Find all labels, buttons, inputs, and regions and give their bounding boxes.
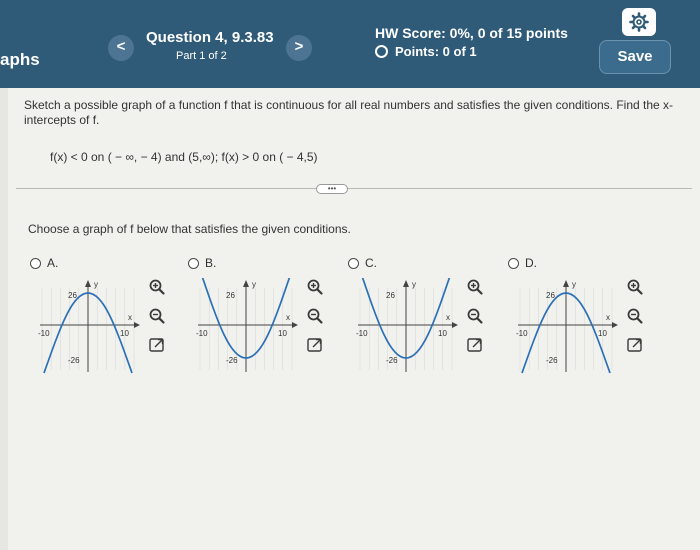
answer-option-b[interactable]: B. y x 26 -26 -10 10 xyxy=(188,256,348,376)
x-axis-arrow xyxy=(134,322,140,328)
option-letter: D. xyxy=(525,256,537,270)
expand-icon[interactable] xyxy=(306,336,324,354)
expand-icon[interactable] xyxy=(466,336,484,354)
option-graph: y x 26 -26 -10 10 xyxy=(356,278,458,372)
x-tick-label-negative: -10 xyxy=(356,329,368,338)
app-title: aphs xyxy=(0,50,40,69)
y-tick-label-negative: -26 xyxy=(226,356,238,365)
expand-icon[interactable] xyxy=(148,336,166,354)
y-axis-arrow xyxy=(85,280,91,287)
option-label[interactable]: B. xyxy=(188,256,216,270)
next-question-button[interactable]: > xyxy=(286,35,312,61)
x-axis-label: x xyxy=(606,313,610,322)
expand-icon[interactable] xyxy=(626,336,644,354)
y-axis-label: y xyxy=(572,280,576,289)
points-ring-icon xyxy=(375,45,388,58)
option-radio[interactable] xyxy=(188,257,199,269)
x-tick-label: 10 xyxy=(438,329,447,338)
zoom-out-icon[interactable] xyxy=(626,307,644,325)
zoom-in-icon[interactable] xyxy=(466,278,484,296)
points-status: Points: 0 of 1 xyxy=(375,44,477,59)
zoom-in-icon[interactable] xyxy=(626,278,644,296)
x-tick-label: 10 xyxy=(598,329,607,338)
question-prompt: Sketch a possible graph of a function f … xyxy=(24,98,674,127)
points-text: Points: 0 of 1 xyxy=(395,44,477,59)
zoom-out-icon[interactable] xyxy=(306,307,324,325)
y-axis-arrow xyxy=(563,280,569,287)
hw-score: HW Score: 0%, 0 of 15 points xyxy=(375,25,568,41)
option-graph: y x 26 -26 -10 10 xyxy=(38,280,140,374)
section-divider xyxy=(16,188,692,189)
graph-tools xyxy=(466,278,488,365)
y-tick-label: 26 xyxy=(68,291,77,300)
x-tick-label-negative: -10 xyxy=(516,329,528,338)
graph-tools xyxy=(626,278,648,365)
y-tick-label-negative: -26 xyxy=(546,356,558,365)
option-graph: y x 26 -26 -10 10 xyxy=(516,280,618,374)
answer-option-a[interactable]: A. y x 26 -26 -10 10 xyxy=(30,256,190,376)
question-title: Question 4, 9.3.83 xyxy=(146,29,274,46)
answer-option-d[interactable]: D. y x 26 -26 -10 10 xyxy=(508,256,668,376)
settings-button[interactable] xyxy=(622,8,656,36)
x-axis-arrow xyxy=(452,322,458,328)
x-axis-label: x xyxy=(446,313,450,322)
y-axis-label: y xyxy=(412,280,416,289)
x-axis-label: x xyxy=(128,313,132,322)
save-button[interactable]: Save xyxy=(599,40,671,74)
zoom-in-icon[interactable] xyxy=(148,278,166,296)
y-axis-label: y xyxy=(94,280,98,289)
top-header-bar: aphs < Question 4, 9.3.83 Part 1 of 2 > … xyxy=(0,0,700,88)
x-tick-label-negative: -10 xyxy=(196,329,208,338)
x-tick-label-negative: -10 xyxy=(38,329,50,338)
option-label[interactable]: A. xyxy=(30,256,58,270)
y-tick-label: 26 xyxy=(546,291,555,300)
y-tick-label: 26 xyxy=(386,291,395,300)
graph-tools xyxy=(148,278,170,365)
zoom-in-icon[interactable] xyxy=(306,278,324,296)
option-radio[interactable] xyxy=(348,257,359,269)
x-tick-label: 10 xyxy=(278,329,287,338)
x-axis-label: x xyxy=(286,313,290,322)
y-axis-arrow xyxy=(243,280,249,287)
y-tick-label-negative: -26 xyxy=(386,356,398,365)
zoom-out-icon[interactable] xyxy=(148,307,166,325)
y-axis-label: y xyxy=(252,280,256,289)
expand-more-button[interactable]: ••• xyxy=(316,184,348,194)
option-graph: y x 26 -26 -10 10 xyxy=(196,278,298,372)
answer-option-c[interactable]: C. y x 26 -26 -10 10 xyxy=(348,256,508,376)
x-axis-arrow xyxy=(612,322,618,328)
graph-tools xyxy=(306,278,328,365)
option-letter: C. xyxy=(365,256,377,270)
settings-gear-icon xyxy=(629,12,649,32)
y-tick-label: 26 xyxy=(226,291,235,300)
previous-question-button[interactable]: < xyxy=(108,35,134,61)
choose-prompt: Choose a graph of f below that satisfies… xyxy=(28,222,351,236)
y-tick-label-negative: -26 xyxy=(68,356,80,365)
x-tick-label: 10 xyxy=(120,329,129,338)
option-label[interactable]: D. xyxy=(508,256,537,270)
question-part: Part 1 of 2 xyxy=(176,50,227,62)
x-axis-arrow xyxy=(292,322,298,328)
option-label[interactable]: C. xyxy=(348,256,377,270)
option-radio[interactable] xyxy=(508,257,519,269)
question-conditions: f(x) < 0 on ( − ∞, − 4) and (5,∞); f(x) … xyxy=(50,150,318,164)
y-axis-arrow xyxy=(403,280,409,287)
option-radio[interactable] xyxy=(30,257,41,269)
option-letter: A. xyxy=(47,256,59,270)
question-content: Sketch a possible graph of a function f … xyxy=(8,88,700,550)
zoom-out-icon[interactable] xyxy=(466,307,484,325)
option-letter: B. xyxy=(205,256,217,270)
